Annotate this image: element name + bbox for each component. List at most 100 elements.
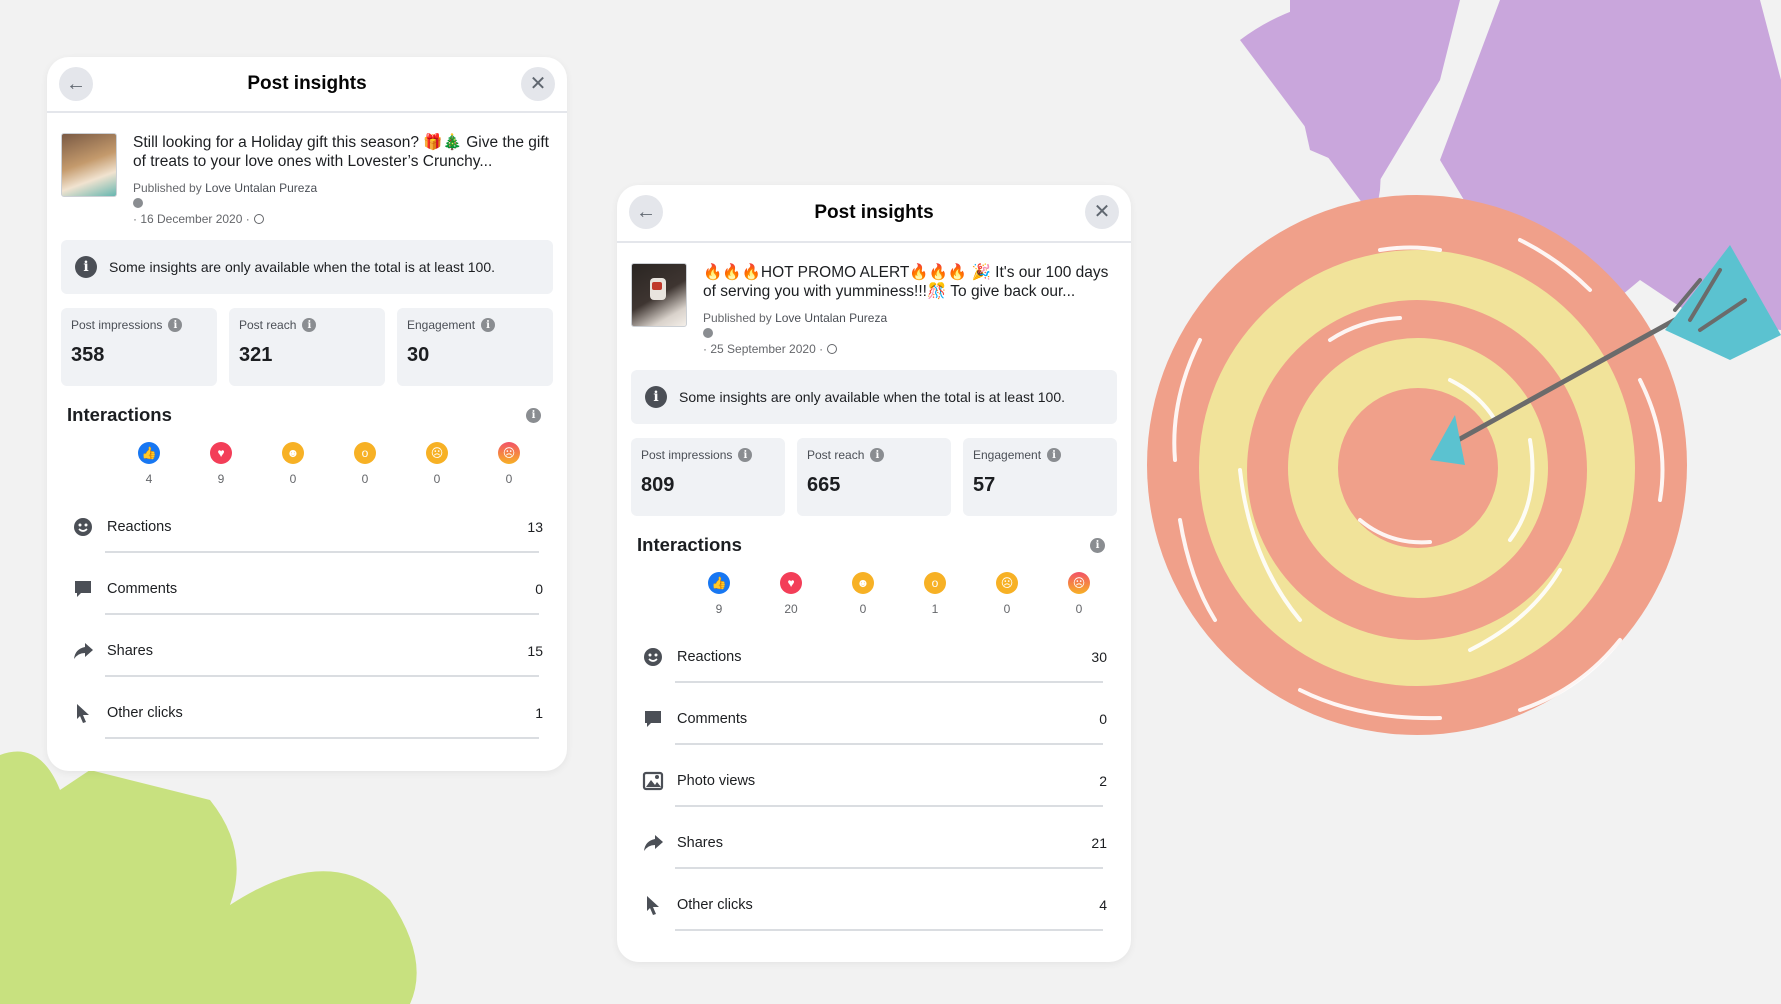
stat-value: 57 bbox=[973, 474, 996, 496]
close-button[interactable]: ✕ bbox=[521, 67, 555, 101]
sad-count: 0 bbox=[1003, 602, 1011, 616]
stat-engagement: Engagement i 57 bbox=[963, 438, 1117, 516]
purple-shape bbox=[1240, 0, 1390, 220]
wow-count: 1 bbox=[931, 602, 939, 616]
interactions-title: Interactions bbox=[637, 534, 742, 555]
info-icon[interactable]: i bbox=[1090, 537, 1105, 553]
sad-icon: ☹ bbox=[426, 442, 448, 464]
row-value: 30 bbox=[1091, 649, 1107, 665]
notice-text: Some insights are only available when th… bbox=[109, 259, 496, 275]
publisher-name[interactable]: Love Untalan Pureza bbox=[205, 181, 317, 195]
wow-icon: o bbox=[354, 442, 376, 464]
comment-icon bbox=[71, 577, 95, 601]
row-value: 0 bbox=[1099, 711, 1107, 727]
info-icon[interactable]: i bbox=[302, 318, 317, 332]
row-label: Reactions bbox=[677, 649, 742, 665]
cursor-icon bbox=[641, 893, 665, 917]
close-button[interactable]: ✕ bbox=[1085, 195, 1119, 229]
back-arrow-icon: ← bbox=[66, 73, 86, 95]
row-value: 21 bbox=[1091, 835, 1107, 851]
notice-text: Some insights are only available when th… bbox=[679, 389, 1066, 405]
cursor-icon bbox=[71, 701, 95, 725]
reactions-breakdown: 👍 4 ♥ 9 ☻ 0 o 0 ☹ 0 ☹ 0 bbox=[113, 442, 567, 486]
post-text[interactable]: Still looking for a Holiday gift this se… bbox=[133, 133, 551, 171]
info-icon[interactable]: i bbox=[1047, 448, 1062, 462]
stat-value: 321 bbox=[239, 344, 273, 366]
interaction-row-shares[interactable]: Shares 15 bbox=[47, 620, 567, 682]
divider bbox=[675, 805, 1103, 807]
post-thumbnail[interactable] bbox=[631, 263, 687, 327]
row-label: Other clicks bbox=[677, 897, 753, 913]
reactions-breakdown: 👍 9 ♥ 20 ☻ 0 o 1 ☹ 0 ☹ 0 bbox=[683, 572, 1131, 616]
divider bbox=[105, 737, 539, 739]
stats-row: Post impressions i 358 Post reach i 321 En… bbox=[61, 308, 553, 386]
haha-icon: ☻ bbox=[282, 442, 304, 464]
smiley-icon bbox=[71, 515, 95, 539]
interaction-row-photo-views[interactable]: Photo views 2 bbox=[617, 750, 1131, 812]
post-thumbnail[interactable] bbox=[61, 133, 117, 197]
haha-count: 0 bbox=[289, 472, 297, 486]
like-icon: 👍 bbox=[138, 442, 160, 464]
interaction-row-comments[interactable]: Comments 0 bbox=[47, 558, 567, 620]
sad-count: 0 bbox=[433, 472, 441, 486]
love-icon: ♥ bbox=[780, 572, 802, 594]
stat-label: Post impressions bbox=[641, 448, 733, 462]
panel-header: ← Post insights ✕ bbox=[617, 185, 1131, 243]
row-label: Reactions bbox=[107, 519, 172, 535]
row-value: 15 bbox=[527, 643, 543, 659]
row-label: Photo views bbox=[677, 773, 756, 789]
panel-title: Post insights bbox=[247, 73, 367, 94]
info-icon: i bbox=[75, 256, 97, 278]
interaction-list: Reactions 30 Comments 0 Photo views 2 Sh… bbox=[617, 626, 1131, 936]
row-label: Shares bbox=[107, 643, 153, 659]
stat-value: 358 bbox=[71, 344, 105, 366]
post-insights-panel: ← Post insights ✕ 🔥🔥🔥HOT PROMO ALERT🔥🔥🔥 … bbox=[617, 185, 1131, 962]
info-icon[interactable]: i bbox=[738, 448, 753, 462]
info-icon[interactable]: i bbox=[870, 448, 885, 462]
stat-label: Engagement bbox=[407, 318, 476, 332]
panel-header: ← Post insights ✕ bbox=[47, 57, 567, 113]
divider bbox=[675, 929, 1103, 931]
divider bbox=[105, 551, 539, 553]
row-label: Comments bbox=[677, 711, 748, 727]
stat-label: Post reach bbox=[807, 448, 865, 462]
love-icon: ♥ bbox=[210, 442, 232, 464]
stat-label: Post reach bbox=[239, 318, 297, 332]
interaction-row-shares[interactable]: Shares 21 bbox=[617, 812, 1131, 874]
interaction-row-comments[interactable]: Comments 0 bbox=[617, 688, 1131, 750]
published-prefix: Published by bbox=[703, 311, 772, 325]
post-text[interactable]: 🔥🔥🔥HOT PROMO ALERT🔥🔥🔥 🎉 It's our 100 day… bbox=[703, 263, 1115, 301]
row-value: 13 bbox=[527, 519, 543, 535]
post-date: · 25 September 2020 · bbox=[703, 342, 1115, 356]
info-icon[interactable]: i bbox=[168, 318, 183, 332]
share-icon bbox=[641, 831, 665, 855]
like-count: 9 bbox=[715, 602, 723, 616]
post-date-text: · 16 December 2020 · bbox=[133, 212, 250, 226]
interaction-row-other-clicks[interactable]: Other clicks 1 bbox=[47, 682, 567, 744]
info-icon: i bbox=[645, 386, 667, 408]
info-icon[interactable]: i bbox=[526, 407, 541, 423]
post-summary[interactable]: 🔥🔥🔥HOT PROMO ALERT🔥🔥🔥 🎉 It's our 100 day… bbox=[617, 243, 1131, 356]
back-button[interactable]: ← bbox=[59, 67, 93, 101]
stat-impressions: Post impressions i 809 bbox=[631, 438, 785, 516]
info-icon[interactable]: i bbox=[481, 318, 496, 332]
interaction-row-other-clicks[interactable]: Other clicks 4 bbox=[617, 874, 1131, 936]
love-count: 20 bbox=[784, 602, 798, 616]
green-shape bbox=[0, 751, 417, 1004]
post-summary[interactable]: Still looking for a Holiday gift this se… bbox=[47, 113, 567, 226]
stat-reach: Post reach i 321 bbox=[229, 308, 385, 386]
back-button[interactable]: ← bbox=[629, 195, 663, 229]
divider bbox=[675, 867, 1103, 869]
row-value: 2 bbox=[1099, 773, 1107, 789]
stat-value: 809 bbox=[641, 474, 675, 496]
publisher-avatar-icon bbox=[703, 328, 713, 338]
publisher-name[interactable]: Love Untalan Pureza bbox=[775, 311, 887, 325]
love-count: 9 bbox=[217, 472, 225, 486]
back-arrow-icon: ← bbox=[636, 201, 656, 223]
haha-count: 0 bbox=[859, 602, 867, 616]
close-icon: ✕ bbox=[1093, 201, 1111, 223]
post-insights-panel: ← Post insights ✕ Still looking for a Ho… bbox=[47, 57, 567, 771]
interactions-title: Interactions bbox=[67, 404, 172, 425]
interaction-row-reactions[interactable]: Reactions 13 bbox=[47, 496, 567, 558]
interaction-row-reactions[interactable]: Reactions 30 bbox=[617, 626, 1131, 688]
